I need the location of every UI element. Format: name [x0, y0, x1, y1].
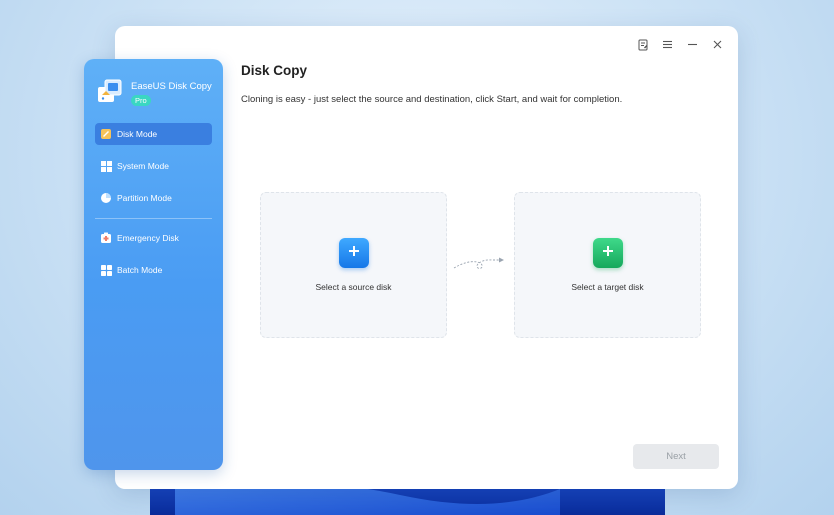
minimize-icon[interactable] [684, 36, 701, 53]
next-button[interactable]: Next [633, 444, 719, 469]
emergency-disk-icon [100, 232, 112, 244]
sidebar-item-disk-mode[interactable]: Disk Mode [95, 123, 212, 145]
add-target-button[interactable] [593, 238, 623, 268]
target-disk-label: Select a target disk [571, 282, 644, 292]
feedback-icon[interactable] [634, 36, 651, 53]
sidebar-item-label: Disk Mode [117, 129, 158, 139]
close-icon[interactable] [709, 36, 726, 53]
grid-icon [100, 264, 112, 276]
page-description: Cloning is easy - just select the source… [241, 94, 623, 105]
source-disk-card[interactable]: Select a source disk [260, 192, 447, 338]
sidebar: EaseUS Disk Copy Pro Disk Mode System Mo… [84, 59, 223, 470]
sidebar-divider [95, 218, 212, 219]
plus-icon [347, 244, 361, 263]
sidebar-item-label: Emergency Disk [117, 233, 179, 243]
sidebar-item-label: Partition Mode [117, 193, 172, 203]
plus-icon [601, 244, 615, 263]
app-logo-icon [98, 79, 122, 102]
sidebar-item-partition-mode[interactable]: Partition Mode [95, 187, 212, 209]
window-controls [634, 36, 726, 53]
pie-chart-icon [100, 192, 112, 204]
direction-arrow-icon [453, 257, 504, 269]
source-disk-label: Select a source disk [315, 282, 392, 292]
sidebar-item-batch-mode[interactable]: Batch Mode [95, 259, 212, 281]
sidebar-item-label: Batch Mode [117, 265, 163, 275]
windows-icon [100, 160, 112, 172]
page-title: Disk Copy [241, 63, 308, 78]
sidebar-item-label: System Mode [117, 161, 169, 171]
sidebar-item-system-mode[interactable]: System Mode [95, 155, 212, 177]
sidebar-item-emergency-disk[interactable]: Emergency Disk [95, 227, 212, 249]
target-disk-card[interactable]: Select a target disk [514, 192, 701, 338]
pro-badge: Pro [131, 95, 151, 106]
disk-icon [100, 128, 112, 140]
add-source-button[interactable] [339, 238, 369, 268]
menu-icon[interactable] [659, 36, 676, 53]
app-name: EaseUS Disk Copy [131, 81, 212, 92]
